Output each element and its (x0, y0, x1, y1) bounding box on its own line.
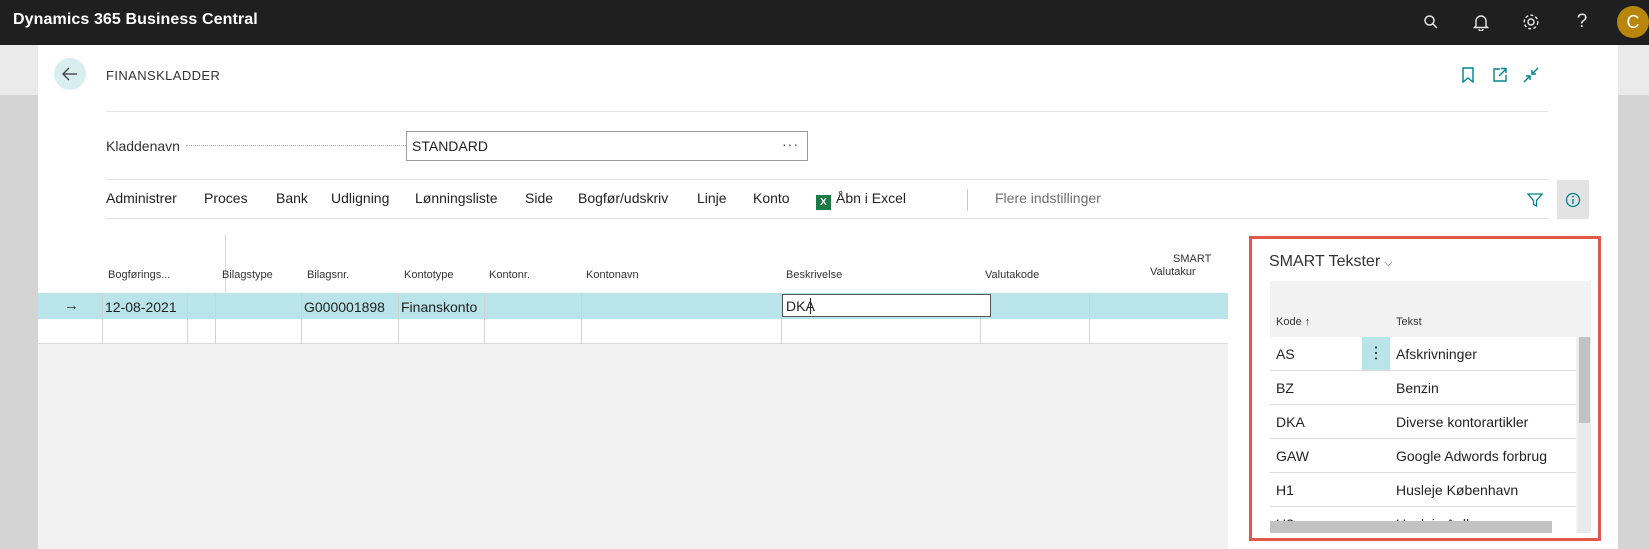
page-title: FINANSKLADDER (106, 68, 221, 83)
avatar[interactable]: C (1617, 6, 1649, 38)
row-code: BZ (1276, 380, 1294, 396)
gear-icon[interactable] (1520, 11, 1542, 33)
collapse-icon[interactable] (1522, 66, 1540, 84)
bookmark-icon[interactable] (1459, 66, 1477, 84)
row-pointer-arrow-icon: → (64, 297, 79, 314)
app-title[interactable]: Dynamics 365 Business Central (13, 11, 258, 29)
action-administrer[interactable]: Administrer (106, 190, 177, 206)
list-item[interactable]: GAW Google Adwords forbrug (1270, 439, 1576, 473)
cell-document-no[interactable]: G000001898 (304, 299, 385, 315)
column-divider (484, 293, 485, 344)
arrow-left-icon (62, 67, 77, 81)
col-exchange-rate[interactable]: Valutakur (1150, 266, 1196, 278)
smart-panel-title: SMART Tekster (1269, 253, 1381, 270)
row-text: Google Adwords forbrug (1396, 448, 1547, 464)
row-code: DKA (1276, 414, 1305, 430)
row-text: Husleje København (1396, 482, 1519, 498)
col-posting-date[interactable]: Bogførings... (108, 269, 170, 281)
col-document-type[interactable]: Bilagstype (222, 269, 273, 281)
action-loenningsliste[interactable]: Lønningsliste (415, 190, 498, 206)
column-divider (398, 293, 399, 344)
list-item[interactable]: AS ⋮ Afskrivninger (1270, 337, 1576, 371)
table-row-selected[interactable] (38, 293, 1228, 319)
column-divider (102, 293, 103, 344)
search-icon[interactable] (1420, 11, 1442, 33)
action-separator (967, 189, 968, 211)
journal-name-value: STANDARD (412, 138, 488, 154)
chevron-down-icon[interactable]: ⌵ (1384, 257, 1392, 269)
scrollbar-thumb[interactable] (1579, 337, 1590, 423)
help-icon[interactable]: ? (1571, 11, 1593, 33)
col-account-no[interactable]: Kontonr. (489, 269, 530, 281)
row-code: H1 (1276, 482, 1294, 498)
smart-texts-panel: SMART Tekster ⌵ Kode ↑ Tekst AS ⋮ Afskriv… (1249, 236, 1601, 541)
filter-icon[interactable] (1525, 190, 1545, 210)
col-currency-code[interactable]: Valutakode (985, 269, 1039, 281)
action-proces[interactable]: Proces (204, 190, 248, 206)
row-text: Diverse kontorartikler (1396, 414, 1529, 430)
journal-lines-grid: Bogførings... Bilagstype Bilagsnr. Konto… (38, 233, 1228, 549)
excel-icon: X (816, 195, 831, 210)
action-linje[interactable]: Linje (697, 190, 727, 206)
back-button[interactable] (54, 58, 86, 90)
col-text[interactable]: Tekst (1396, 316, 1422, 328)
list-item[interactable]: H1 Husleje København (1270, 473, 1576, 507)
row-code: GAW (1276, 448, 1309, 464)
column-divider (301, 293, 302, 344)
smart-table-header: Kode ↑ Tekst (1270, 281, 1576, 337)
journal-name-label: Kladdenavn (106, 138, 180, 154)
col-description[interactable]: Beskrivelse (786, 269, 842, 281)
col-account-type[interactable]: Kontotype (404, 269, 454, 281)
smart-panel-header[interactable]: SMART Tekster ⌵ (1269, 253, 1393, 271)
action-bar: Administrer Proces Bank Udligning Lønnin… (106, 179, 1589, 219)
action-side[interactable]: Side (525, 190, 553, 206)
cell-posting-date[interactable]: 12-08-2021 (105, 299, 177, 315)
more-options-button[interactable]: Flere indstillinger (995, 190, 1101, 206)
smart-texts-table: Kode ↑ Tekst AS ⋮ Afskrivninger BZ Benzi… (1270, 281, 1591, 533)
column-divider (187, 293, 188, 344)
action-bogfoer-udskriv[interactable]: Bogfør/udskriv (578, 190, 668, 206)
description-input[interactable]: DKA (782, 294, 991, 317)
list-item[interactable]: DKA Diverse kontorartikler (1270, 405, 1576, 439)
header-divider (106, 111, 1548, 112)
grid-header: Bogførings... Bilagstype Bilagsnr. Konto… (38, 233, 1228, 293)
row-code: AS (1276, 346, 1295, 362)
col-smart-label[interactable]: SMART (1173, 253, 1211, 265)
bell-icon[interactable] (1470, 11, 1492, 33)
action-udligning[interactable]: Udligning (331, 190, 389, 206)
col-document-no[interactable]: Bilagsnr. (307, 269, 349, 281)
action-bank[interactable]: Bank (276, 190, 308, 206)
journal-name-field[interactable]: STANDARD ··· (406, 131, 808, 161)
col-account-name[interactable]: Kontonavn (586, 269, 639, 281)
col-code[interactable]: Kode ↑ (1276, 316, 1310, 328)
column-divider (225, 234, 226, 293)
column-divider (215, 293, 216, 344)
vertical-scrollbar[interactable] (1578, 337, 1591, 533)
open-in-excel-label: Åbn i Excel (836, 190, 907, 206)
row-text: Afskrivninger (1396, 346, 1477, 362)
open-new-window-icon[interactable] (1490, 66, 1508, 84)
cell-account-type[interactable]: Finanskonto (401, 299, 477, 315)
info-icon[interactable] (1563, 190, 1583, 210)
column-divider (581, 293, 582, 344)
field-leader-dots (186, 145, 434, 146)
top-app-bar: Dynamics 365 Business Central ? C (0, 0, 1649, 45)
table-row-new[interactable] (38, 319, 1228, 344)
open-in-excel-button[interactable]: X Åbn i Excel (816, 190, 906, 210)
more-options-icon[interactable]: ··· (782, 136, 799, 152)
action-konto[interactable]: Konto (753, 190, 790, 206)
row-actions-kebab-icon[interactable]: ⋮ (1362, 337, 1390, 370)
text-cursor (810, 298, 811, 314)
list-item[interactable]: BZ Benzin (1270, 371, 1576, 405)
row-text: Benzin (1396, 380, 1439, 396)
column-divider (1089, 293, 1090, 344)
horizontal-scrollbar[interactable] (1270, 521, 1552, 533)
